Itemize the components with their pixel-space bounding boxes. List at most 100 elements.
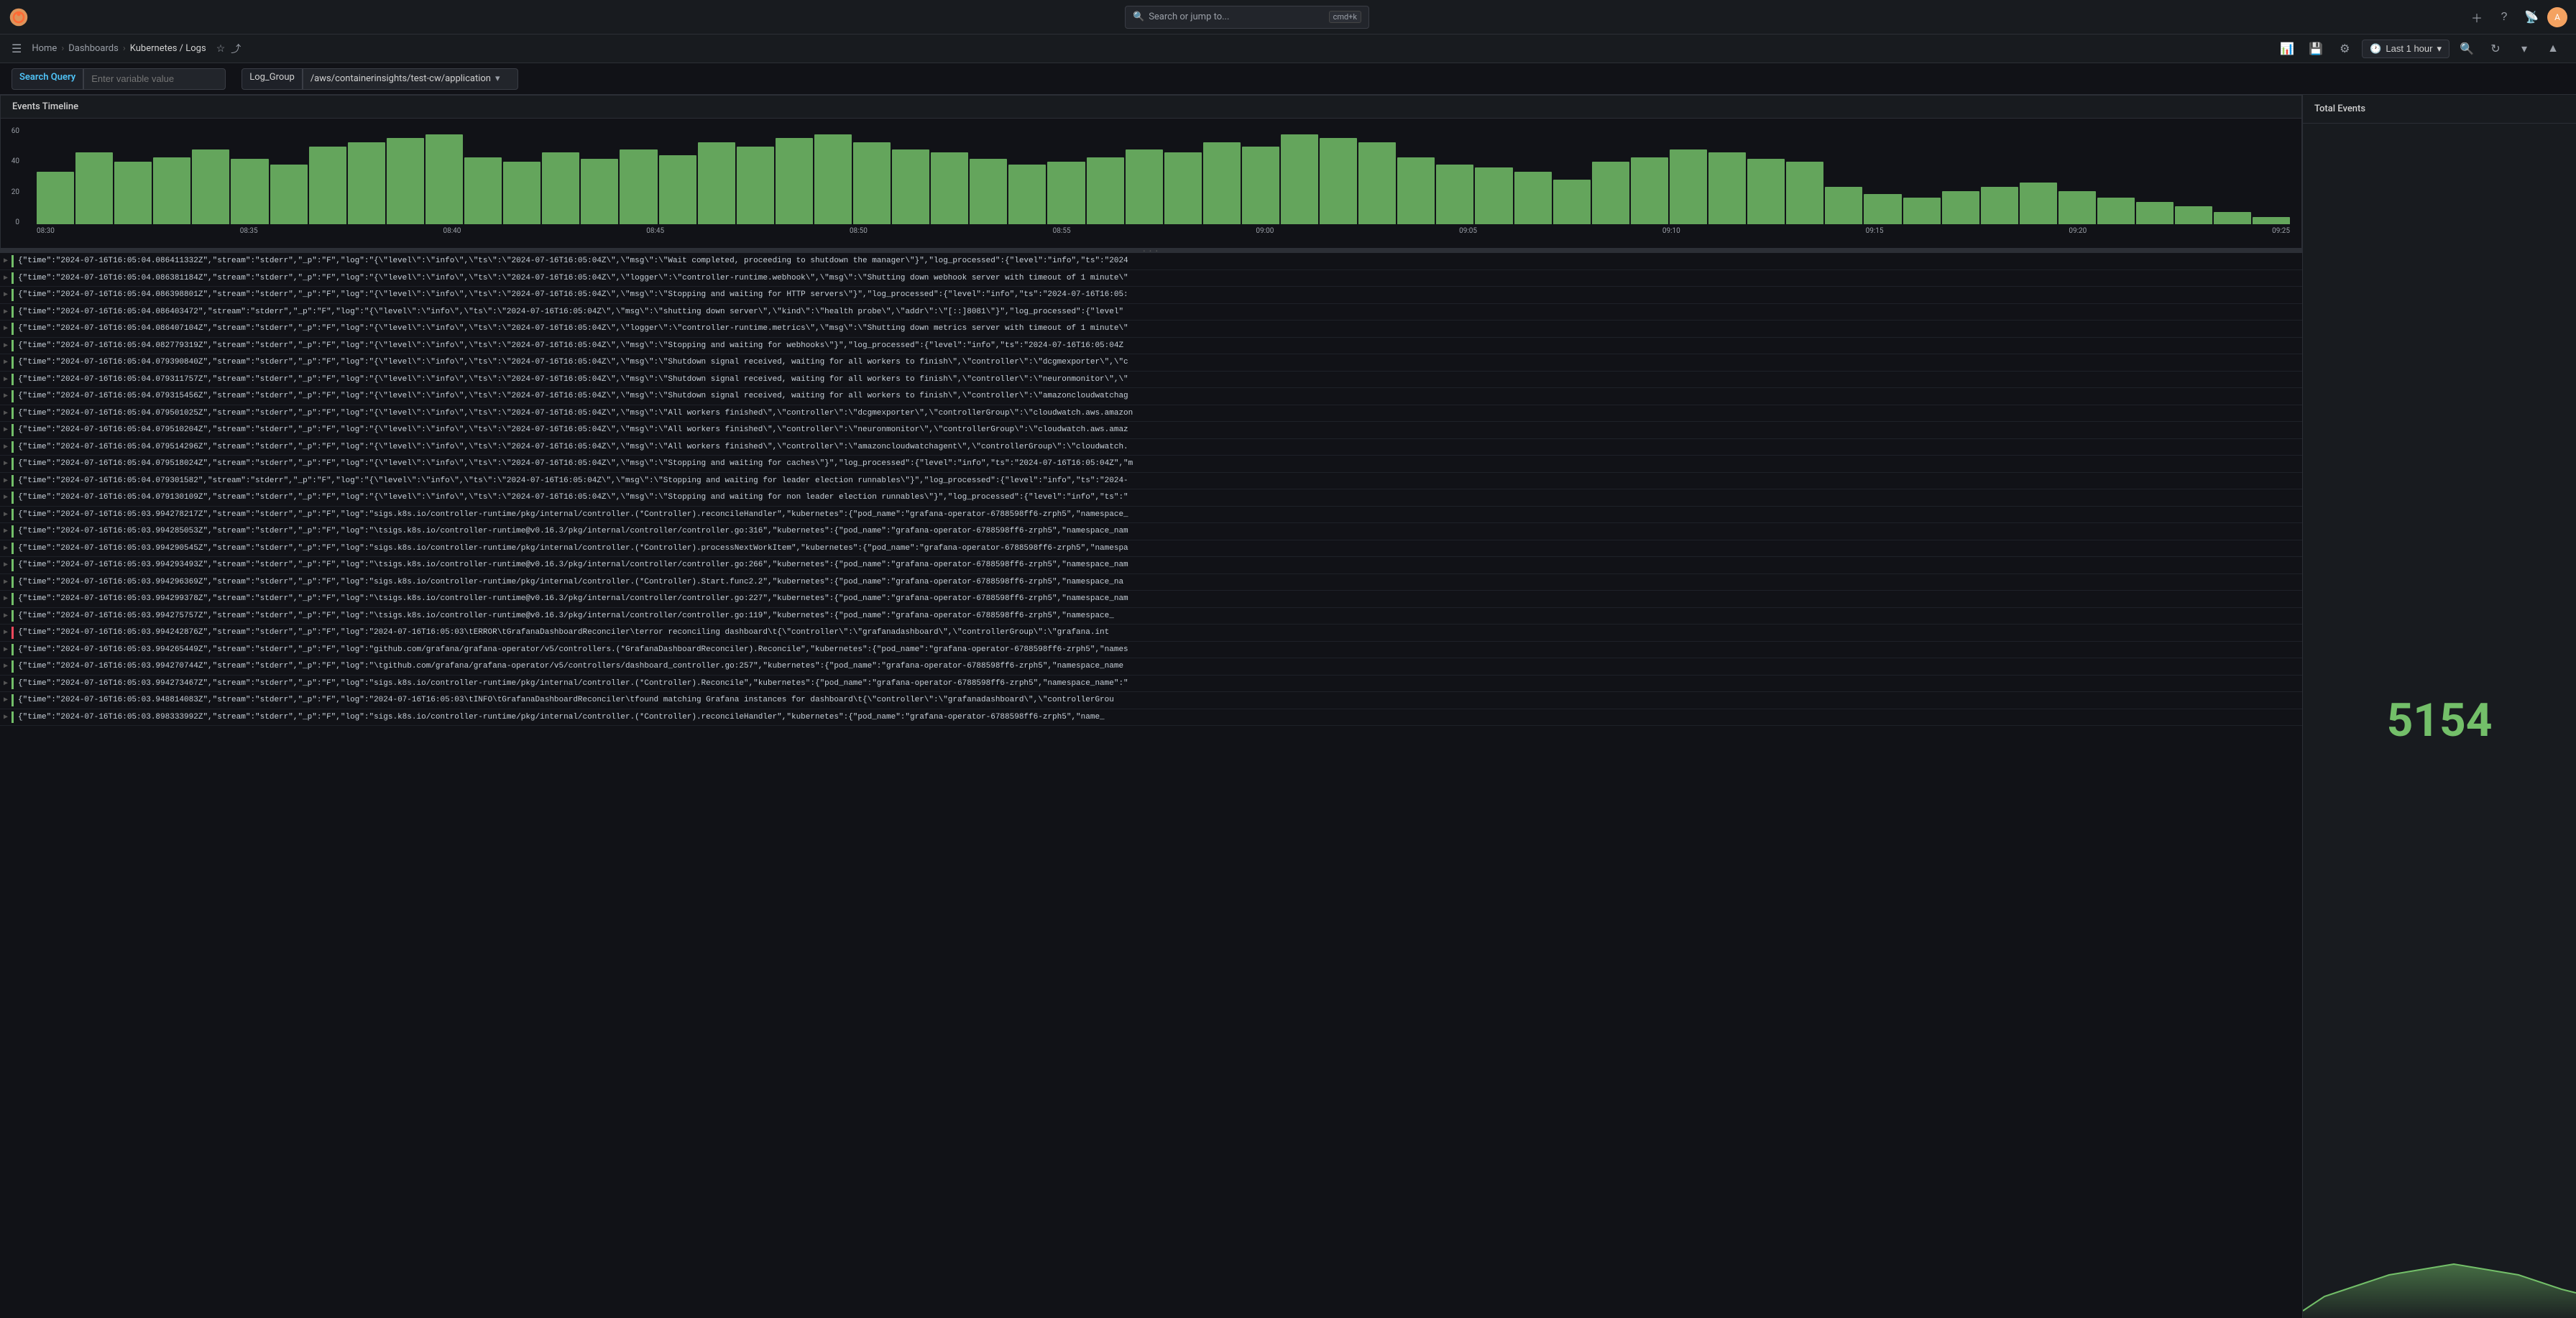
log-expander[interactable]: ▶ [0,527,12,535]
chart-bar[interactable] [776,138,813,224]
refresh-button[interactable]: ↻ [2484,37,2507,60]
chart-bar[interactable] [426,134,463,224]
log-row[interactable]: ▶{"time":"2024-07-16T16:05:04.086411332Z… [0,253,2302,270]
log-group-label[interactable]: Log_Group [242,68,303,90]
chart-bar[interactable] [542,152,579,224]
log-expander[interactable]: ▶ [0,628,12,637]
chart-bar[interactable] [737,147,774,224]
log-expander[interactable]: ▶ [0,713,12,722]
log-row[interactable]: ▶{"time":"2024-07-16T16:05:03.898333992Z… [0,709,2302,727]
chart-bar[interactable] [387,138,424,224]
log-group-dropdown[interactable]: /aws/containerinsights/test-cw/applicati… [303,68,518,90]
menu-toggle-button[interactable]: ☰ [12,42,22,56]
search-query-input[interactable] [83,68,226,90]
chart-bar[interactable] [1320,138,1357,224]
chart-bar[interactable] [2020,183,2057,224]
chart-bar[interactable] [1670,149,1707,224]
grafana-logo[interactable] [9,7,29,27]
log-row[interactable]: ▶{"time":"2024-07-16T16:05:04.079315456Z… [0,388,2302,405]
log-expander[interactable]: ▶ [0,324,12,333]
bar-chart[interactable] [37,127,2290,224]
chart-bar[interactable] [37,172,74,224]
chart-bar[interactable] [581,159,618,224]
dashboard-settings-button[interactable]: ⚙ [2333,37,2356,60]
log-row[interactable]: ▶{"time":"2024-07-16T16:05:03.994293493Z… [0,557,2302,574]
log-row[interactable]: ▶{"time":"2024-07-16T16:05:03.994270744Z… [0,658,2302,676]
log-expander[interactable]: ▶ [0,425,12,434]
log-expander[interactable]: ▶ [0,696,12,704]
log-expander[interactable]: ▶ [0,308,12,316]
log-row[interactable]: ▶{"time":"2024-07-16T16:05:03.994278217Z… [0,507,2302,524]
chart-bar[interactable] [1358,142,1396,224]
log-row[interactable]: ▶{"time":"2024-07-16T16:05:04.079501025Z… [0,405,2302,423]
chart-bar[interactable] [1047,162,1085,224]
log-row[interactable]: ▶{"time":"2024-07-16T16:05:03.994299378Z… [0,591,2302,608]
log-expander[interactable]: ▶ [0,459,12,468]
chart-bar[interactable] [2136,202,2174,224]
chart-bar[interactable] [853,142,891,224]
log-row[interactable]: ▶{"time":"2024-07-16T16:05:04.079130109Z… [0,489,2302,507]
log-expander[interactable]: ▶ [0,443,12,451]
chart-bar[interactable] [231,159,268,224]
log-expander[interactable]: ▶ [0,662,12,670]
log-expander[interactable]: ▶ [0,476,12,485]
chart-bar[interactable] [1981,187,2018,224]
chart-bar[interactable] [1592,162,1629,224]
log-row[interactable]: ▶{"time":"2024-07-16T16:05:04.086407104Z… [0,321,2302,338]
chart-bar[interactable] [814,134,852,224]
help-button[interactable]: ? [2493,6,2516,29]
chart-bar[interactable] [309,147,346,224]
chart-bar[interactable] [1942,191,1979,224]
log-row[interactable]: ▶{"time":"2024-07-16T16:05:03.994275757Z… [0,608,2302,625]
chart-bar[interactable] [1397,157,1435,224]
log-row[interactable]: ▶{"time":"2024-07-16T16:05:03.948814083Z… [0,692,2302,709]
log-row[interactable]: ▶{"time":"2024-07-16T16:05:03.994285053Z… [0,523,2302,540]
zoom-out-button[interactable]: 🔍 [2455,37,2478,60]
log-expander[interactable]: ▶ [0,290,12,299]
user-avatar[interactable]: A [2547,7,2567,27]
chart-bar[interactable] [1864,194,1901,224]
chart-bar[interactable] [620,149,657,224]
chart-bar[interactable] [153,157,190,224]
chart-bar[interactable] [2097,198,2135,224]
log-expander[interactable]: ▶ [0,392,12,400]
log-expander[interactable]: ▶ [0,645,12,654]
log-expander[interactable]: ▶ [0,544,12,553]
chart-bar[interactable] [892,149,929,224]
log-expander[interactable]: ▶ [0,578,12,586]
log-row[interactable]: ▶{"time":"2024-07-16T16:05:04.086403472"… [0,304,2302,321]
chart-bar[interactable] [75,152,113,224]
log-expander[interactable]: ▶ [0,358,12,367]
logs-container[interactable]: ▶{"time":"2024-07-16T16:05:04.086411332Z… [0,253,2302,1318]
chart-bar[interactable] [1786,162,1823,224]
breadcrumb-dashboards[interactable]: Dashboards [68,43,119,54]
log-row[interactable]: ▶{"time":"2024-07-16T16:05:03.994290545Z… [0,540,2302,558]
time-range-picker[interactable]: 🕐 Last 1 hour ▾ [2362,40,2450,58]
chart-bar[interactable] [1126,149,1163,224]
chart-bar[interactable] [1242,147,1279,224]
chart-bar[interactable] [659,155,696,224]
chart-bar[interactable] [1825,187,1862,224]
chart-bar[interactable] [1903,198,1941,224]
log-row[interactable]: ▶{"time":"2024-07-16T16:05:04.079518024Z… [0,456,2302,473]
log-row[interactable]: ▶{"time":"2024-07-16T16:05:04.086381184Z… [0,270,2302,287]
chart-bar[interactable] [2253,217,2290,224]
log-row[interactable]: ▶{"time":"2024-07-16T16:05:03.994265449Z… [0,642,2302,659]
log-expander[interactable]: ▶ [0,561,12,569]
log-row[interactable]: ▶{"time":"2024-07-16T16:05:04.079390840Z… [0,354,2302,372]
share-button[interactable]: ⤴ [231,42,241,56]
chart-bar[interactable] [114,162,152,224]
search-query-label[interactable]: Search Query [12,68,83,90]
collapse-button[interactable]: ▲ [2542,37,2564,60]
log-row[interactable]: ▶{"time":"2024-07-16T16:05:04.079301582"… [0,473,2302,490]
chart-bar[interactable] [348,142,385,224]
log-expander[interactable]: ▶ [0,409,12,418]
log-expander[interactable]: ▶ [0,594,12,603]
log-row[interactable]: ▶{"time":"2024-07-16T16:05:04.079510204Z… [0,422,2302,439]
log-expander[interactable]: ▶ [0,510,12,519]
chart-bar[interactable] [1631,157,1668,224]
chart-bar[interactable] [2058,191,2096,224]
log-expander[interactable]: ▶ [0,493,12,502]
chart-bar[interactable] [1281,134,1318,224]
chart-bar[interactable] [503,162,540,224]
